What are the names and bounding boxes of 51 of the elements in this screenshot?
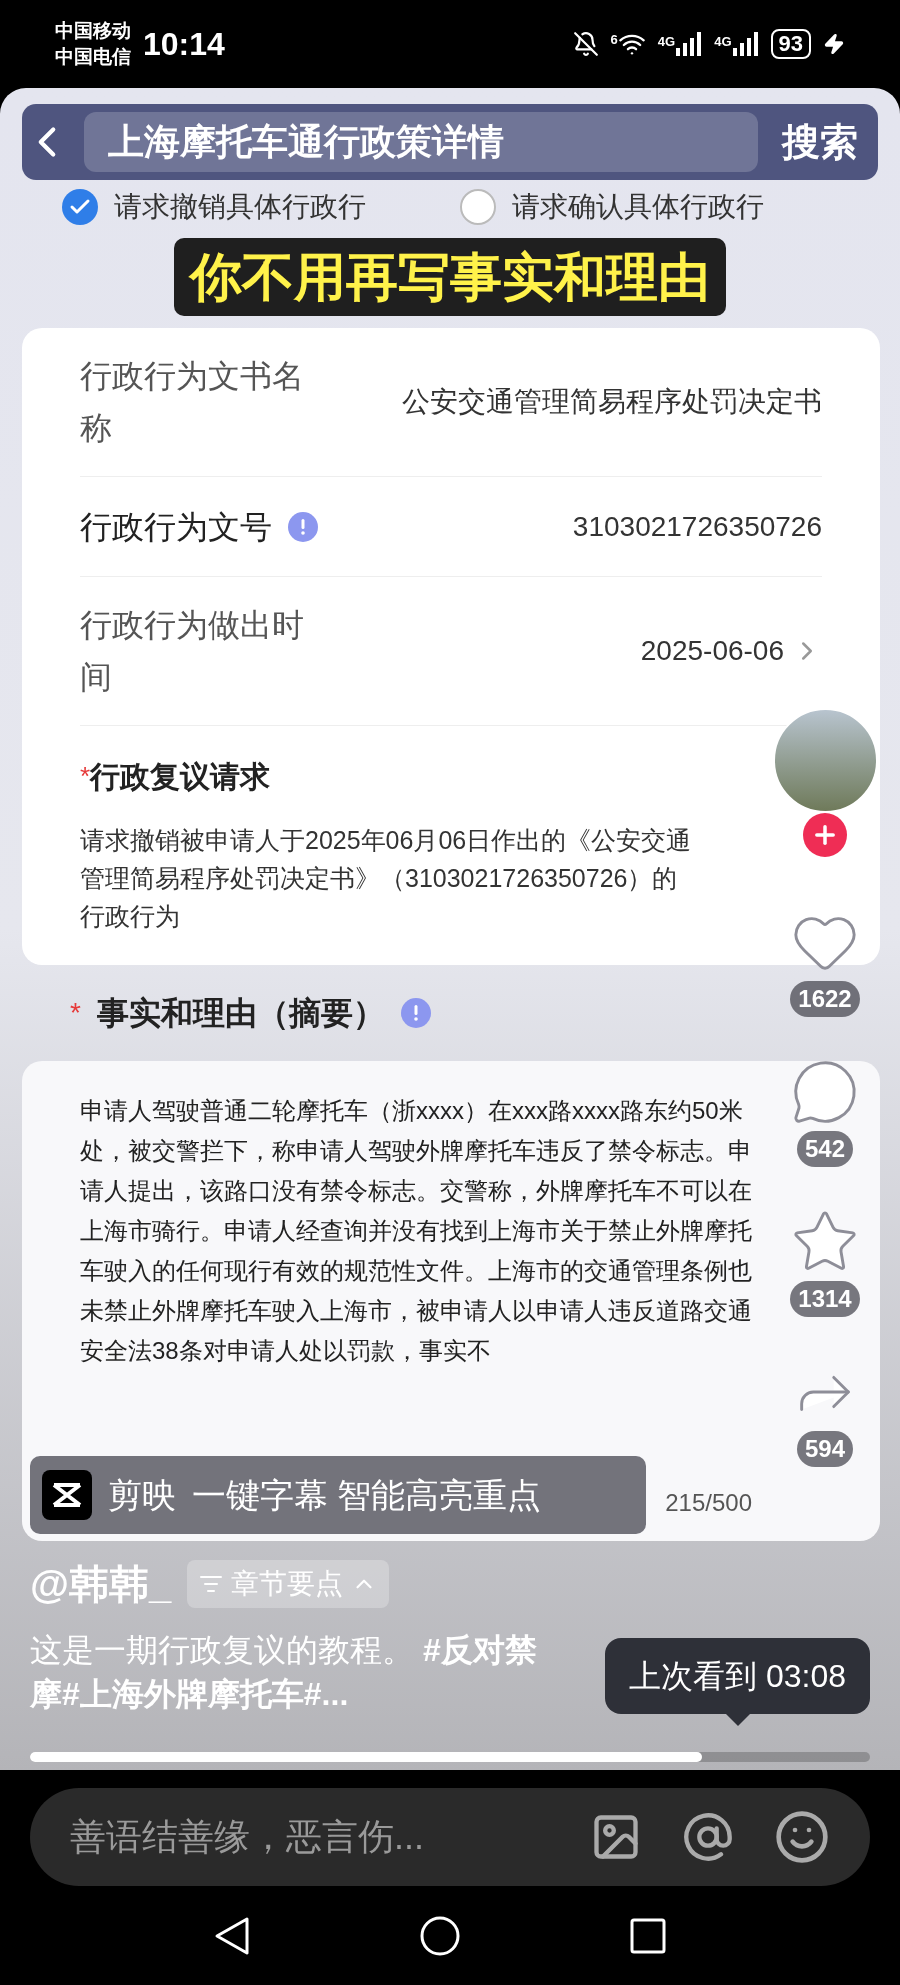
field-value: 2025-06-06	[640, 634, 784, 668]
network-label: 4G	[714, 33, 732, 51]
emoji-icon[interactable]	[774, 1809, 830, 1865]
search-field[interactable]: 上海摩托车通行政策详情	[84, 112, 758, 172]
app-name: 剪映	[108, 1474, 176, 1516]
mention-icon[interactable]	[682, 1811, 734, 1863]
request-text: 请求撤销被申请人于2025年06月06日作出的《公安交通管理简易程序处罚决定书》（3103021726350726）的行政行为	[80, 825, 693, 932]
option-checkbox[interactable]	[62, 189, 98, 225]
recents-nav-icon[interactable]	[630, 1917, 666, 1954]
comment-field[interactable]: 善语结善缘，恶言伤...	[30, 1788, 870, 1886]
video-description: 这是一期行政复议的教程。 #反对禁摩#上海外牌摩托车#...	[30, 1631, 538, 1714]
signal-icon	[676, 32, 703, 56]
field-label: 行政行为做出时间	[80, 606, 305, 697]
action-count: 594	[796, 1431, 853, 1467]
field-label: 行政行为文书名称	[80, 357, 305, 448]
resume-tooltip: 上次看到 03:08	[605, 1638, 870, 1714]
progress-track[interactable]	[30, 1752, 870, 1762]
home-nav-icon[interactable]	[420, 1915, 460, 1956]
field-label: 行政行为文号	[80, 507, 272, 547]
app-logo-icon	[42, 1470, 92, 1520]
search-button[interactable]: 搜索	[770, 113, 870, 171]
carrier-name: 中国电信	[55, 45, 131, 69]
option-label: 请求撤销具体行政行	[114, 190, 366, 224]
network-label: 4G	[657, 33, 676, 51]
signal-icon	[732, 32, 759, 56]
option-label: 请求确认具体行政行	[512, 190, 764, 224]
banner-text: 一键字幕 智能高亮重点	[192, 1474, 542, 1516]
tooltip-pointer	[725, 1714, 750, 1726]
info-icon[interactable]	[400, 998, 431, 1028]
section-title: 事实和理由（摘要）	[96, 994, 385, 1033]
facts-text: 申请人驾驶普通二轮摩托车（浙xxxx）在xxx路xxxx路东约50米处，被交警拦下，称申请人驾驶外牌摩托车违反了禁令标志。申请人提出，该路口没有禁令标志。交警称，外牌摩托车不可以在上海市骑行。申请人经查询并没有找到上海市关于禁止外牌摩托车驶入的任何现行有效的规范性文件。上海市的交通管理条例也未禁止外牌摩托车驶入上海市，被申请人以申请人违反道路交通安全法38条对申请人处以罚款，事实不	[80, 1096, 752, 1366]
clock: 10:14	[143, 25, 225, 64]
promo-banner[interactable]: 剪映 一键字幕 智能高亮重点	[30, 1456, 646, 1534]
wifi-label: 6	[610, 31, 618, 49]
action-count: 1622	[790, 981, 860, 1017]
field-value: 公安交通管理简易程序处罚决定书	[402, 385, 822, 419]
action-count: 542	[796, 1131, 853, 1167]
field-value: 3103021726350726	[572, 509, 822, 544]
required-mark: *	[70, 996, 81, 1030]
action-count: 1314	[790, 1281, 860, 1317]
section-title: 行政复议请求	[90, 759, 271, 795]
comment-input[interactable]: 善语结善缘，恶言伤...	[70, 1810, 550, 1864]
charging-icon	[823, 33, 845, 55]
carrier-name: 中国移动	[55, 19, 131, 43]
option-checkbox[interactable]	[460, 189, 496, 225]
char-counter: 215/500	[665, 1488, 752, 1518]
battery-level: 93	[770, 29, 811, 59]
info-icon[interactable]	[288, 511, 318, 542]
mute-icon	[572, 31, 599, 57]
back-nav-icon[interactable]	[214, 1915, 250, 1956]
video-caption: 你不用再写事实和理由	[174, 238, 726, 316]
